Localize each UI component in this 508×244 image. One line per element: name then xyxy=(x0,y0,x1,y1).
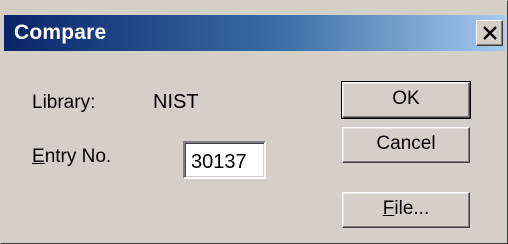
window-title: Compare xyxy=(14,21,107,44)
close-icon xyxy=(483,26,497,40)
ok-button[interactable]: OK xyxy=(341,81,471,119)
library-label: Library: xyxy=(32,92,96,113)
compare-dialog: Compare Library: NIST Entry No. OK Cance… xyxy=(0,0,508,244)
file-button[interactable]: File... xyxy=(342,192,470,228)
library-value: NIST xyxy=(153,91,199,113)
entry-no-input[interactable] xyxy=(183,141,266,179)
close-button[interactable] xyxy=(476,20,503,46)
cancel-button[interactable]: Cancel xyxy=(342,127,470,163)
entry-no-label: Entry No. xyxy=(32,146,112,167)
title-bar[interactable]: Compare xyxy=(4,15,505,51)
